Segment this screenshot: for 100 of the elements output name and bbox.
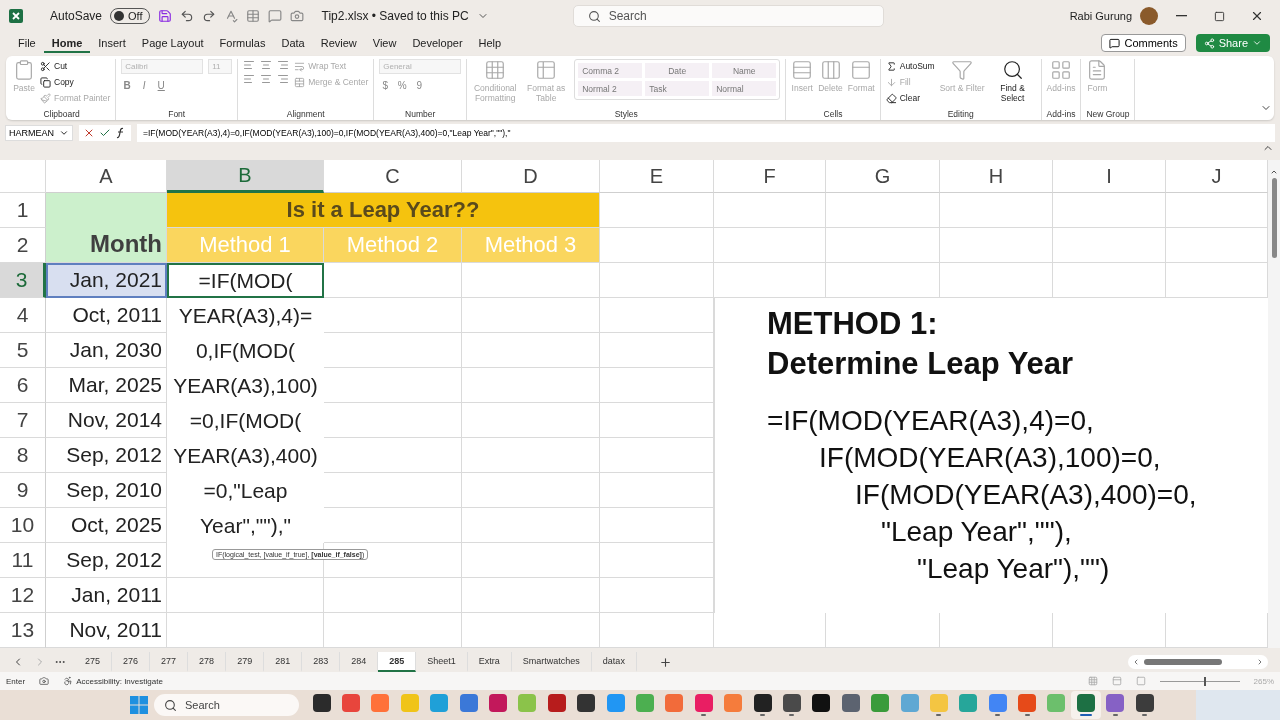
page-layout-icon[interactable] (1111, 676, 1122, 686)
share-button[interactable]: Share (1195, 34, 1270, 52)
save-icon[interactable] (157, 9, 172, 23)
table-cell[interactable] (940, 193, 1053, 228)
row-header[interactable]: 9 (0, 473, 46, 508)
table-cell[interactable] (462, 333, 600, 368)
search-field[interactable]: Search (572, 5, 884, 27)
column-header[interactable]: D (462, 160, 600, 193)
column-header[interactable]: C (324, 160, 462, 193)
table-cell[interactable] (600, 263, 714, 298)
column-header[interactable]: G (826, 160, 940, 193)
ribbon-button[interactable]: Cut (40, 59, 111, 73)
table-cell[interactable] (462, 508, 600, 543)
align-center-icon[interactable] (260, 73, 273, 85)
row-header[interactable]: 4 (0, 298, 46, 333)
row-header[interactable]: 11 (0, 543, 46, 578)
name-box[interactable]: HARMEAN (5, 125, 73, 141)
row-header[interactable]: 10 (0, 508, 46, 543)
horizontal-scrollbar[interactable] (1128, 655, 1268, 669)
menu-tab[interactable]: Help (470, 33, 510, 53)
row-header[interactable]: 6 (0, 368, 46, 403)
table-cell[interactable] (1053, 193, 1166, 228)
sheet-tab[interactable]: 285 (378, 652, 417, 672)
cell-style-option[interactable]: Date (645, 63, 710, 78)
table-cell[interactable] (462, 403, 600, 438)
align-left-icon[interactable] (243, 59, 256, 71)
row-header[interactable]: 7 (0, 403, 46, 438)
column-header[interactable]: E (600, 160, 714, 193)
row-header[interactable]: 3 (0, 263, 46, 298)
table-icon[interactable] (245, 9, 260, 23)
table-cell[interactable] (940, 228, 1053, 263)
table-cell[interactable] (714, 193, 826, 228)
column-header[interactable]: A (46, 160, 167, 193)
table-cell[interactable] (462, 438, 600, 473)
cell-editor[interactable]: =IF(MOD( (167, 263, 324, 298)
column-header[interactable]: B (167, 160, 324, 193)
menu-tab[interactable]: Formulas (211, 33, 274, 53)
avatar[interactable] (1140, 7, 1158, 25)
ribbon-button[interactable]: AutoSum (885, 59, 935, 73)
table-cell[interactable] (324, 578, 462, 613)
file-title[interactable]: Tip2.xlsx • Saved to this PC (321, 9, 469, 23)
scroll-up-icon[interactable] (1270, 168, 1278, 176)
menu-tab[interactable]: View (364, 33, 405, 53)
accessibility-status[interactable]: Accessibility: Investigate (76, 676, 163, 686)
menu-tab[interactable]: File (10, 33, 44, 53)
align-right-icon[interactable] (277, 73, 290, 85)
windows-start-icon[interactable] (130, 696, 148, 714)
align-right-icon[interactable] (277, 59, 290, 71)
row-header[interactable]: 1 (0, 193, 46, 228)
cell-style-option[interactable]: Name (712, 63, 777, 78)
table-cell[interactable] (826, 228, 940, 263)
menu-tab[interactable]: Developer (404, 33, 471, 53)
row-header[interactable]: 13 (0, 613, 46, 648)
align-left-icon[interactable] (243, 73, 256, 85)
table-cell[interactable] (826, 193, 940, 228)
table-cell[interactable] (462, 368, 600, 403)
cell-style-option[interactable]: Task (645, 81, 710, 96)
redo-icon[interactable] (201, 9, 216, 23)
ribbon-button[interactable]: Find & Select (989, 59, 1036, 103)
add-sheet-icon[interactable] (658, 655, 672, 669)
row-header[interactable]: 12 (0, 578, 46, 613)
table-cell[interactable] (462, 613, 600, 648)
page-break-icon[interactable] (1135, 676, 1146, 686)
row-header[interactable]: 5 (0, 333, 46, 368)
scroll-right-icon[interactable] (1256, 658, 1264, 666)
row-header[interactable]: 2 (0, 228, 46, 263)
menu-tab[interactable]: Home (43, 33, 91, 53)
menu-tab[interactable]: Review (312, 33, 365, 53)
comment-icon[interactable] (267, 9, 282, 23)
table-cell[interactable] (324, 613, 462, 648)
undo-icon[interactable] (179, 9, 194, 23)
formula-input[interactable]: =IF(MOD(YEAR(A3),4)=0,IF(MOD(YEAR(A3),100)=0,IF(MOD(YEAR(A3),400)=0,"Leap Year","")," (137, 124, 1275, 142)
menu-tab[interactable]: Data (273, 33, 313, 53)
table-cell[interactable] (462, 543, 600, 578)
cell-style-option[interactable]: Normal 2 (578, 81, 643, 96)
column-header[interactable]: F (714, 160, 826, 193)
ribbon-button[interactable]: Copy (40, 75, 111, 89)
comments-button[interactable]: Comments (1101, 34, 1186, 52)
cell-style-option[interactable]: Normal (712, 81, 777, 96)
table-cell[interactable] (462, 578, 600, 613)
camera-icon[interactable] (289, 9, 304, 23)
row-header[interactable]: 8 (0, 438, 46, 473)
normal-view-icon[interactable] (1087, 676, 1098, 686)
table-cell[interactable] (600, 613, 714, 648)
cancel-icon[interactable] (83, 127, 95, 139)
table-cell[interactable] (462, 473, 600, 508)
table-cell[interactable] (714, 228, 826, 263)
taskbar-search[interactable]: Search (154, 694, 299, 716)
column-header[interactable]: I (1053, 160, 1166, 193)
check-icon[interactable] (99, 127, 111, 139)
menu-tab[interactable]: Insert (90, 33, 134, 53)
vertical-scrollbar[interactable] (1268, 160, 1280, 648)
menu-tab[interactable]: Page Layout (133, 33, 212, 53)
column-header[interactable]: H (940, 160, 1053, 193)
table-cell[interactable] (462, 298, 600, 333)
ribbon-button[interactable]: Clear (885, 91, 935, 105)
scroll-left-icon[interactable] (1132, 658, 1140, 666)
align-center-icon[interactable] (260, 59, 273, 71)
table-cell[interactable] (1053, 228, 1166, 263)
cell-style-option[interactable]: Comma 2 (578, 63, 643, 78)
